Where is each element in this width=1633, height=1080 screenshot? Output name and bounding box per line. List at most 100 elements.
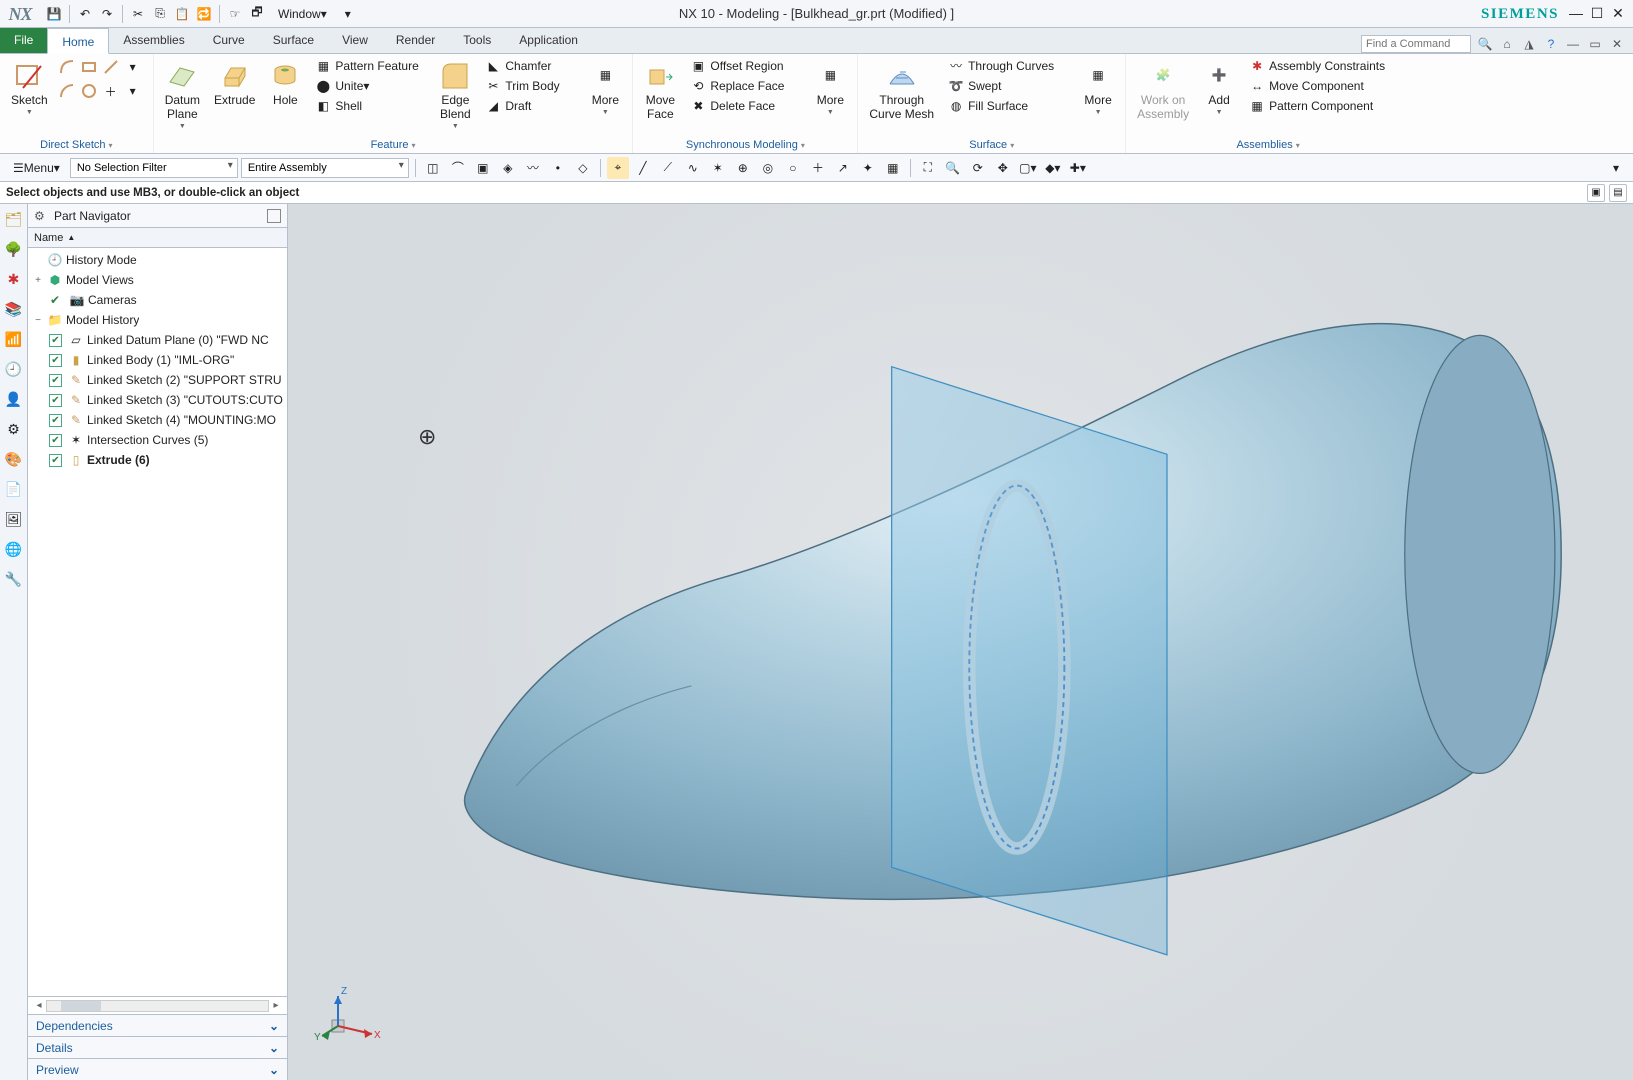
pattern-feature-button[interactable]: ▦Pattern Feature bbox=[310, 57, 430, 77]
circle-icon[interactable] bbox=[79, 81, 99, 101]
layout-icon[interactable]: ▤ bbox=[1609, 184, 1627, 202]
snap-mid-icon[interactable]: ⟋ bbox=[657, 157, 679, 179]
selection-scope-combo[interactable] bbox=[241, 158, 409, 178]
tree-item-1[interactable]: ✔▮Linked Body (1) "IML-ORG" bbox=[28, 350, 287, 370]
switch-window-icon[interactable]: 🗗 bbox=[247, 4, 267, 24]
move-face-button[interactable]: Move Face bbox=[639, 57, 681, 125]
replace-face-button[interactable]: ⟲Replace Face bbox=[685, 77, 805, 97]
filter-edge-icon[interactable]: ⌒ bbox=[447, 157, 469, 179]
recent-commands-icon[interactable]: ⌂ bbox=[1499, 36, 1515, 52]
tab-assemblies[interactable]: Assemblies bbox=[109, 27, 198, 53]
copy-icon[interactable]: ⎘ bbox=[150, 4, 170, 24]
snap-intersect-icon[interactable]: ✶ bbox=[707, 157, 729, 179]
tree-item-6[interactable]: ✔▯Extrude (6) bbox=[28, 450, 287, 470]
shell-button[interactable]: ◧Shell bbox=[310, 97, 430, 117]
filter-face-icon[interactable]: ◫ bbox=[422, 157, 444, 179]
through-curves-button[interactable]: 〰Through Curves bbox=[943, 57, 1073, 77]
history-tab-icon[interactable]: 🕘 bbox=[3, 358, 25, 380]
minimize-button[interactable]: — bbox=[1567, 5, 1585, 22]
snap-tangent-icon[interactable]: ↗ bbox=[832, 157, 854, 179]
search-icon[interactable]: 🔍 bbox=[1477, 36, 1493, 52]
snap-arc-icon[interactable]: ⊕ bbox=[732, 157, 754, 179]
qat-customize-icon[interactable]: ▾ bbox=[338, 4, 358, 24]
tree-model-views[interactable]: +⬢Model Views bbox=[28, 270, 287, 290]
line-icon[interactable] bbox=[101, 57, 121, 77]
rear-face[interactable] bbox=[1405, 335, 1555, 773]
group-feature-label[interactable]: Feature▾ bbox=[160, 138, 627, 153]
touch-mode-icon[interactable]: ☞ bbox=[225, 4, 245, 24]
sketch-more-icon[interactable]: ▾ bbox=[123, 57, 143, 77]
maximize-button[interactable]: ☐ bbox=[1588, 5, 1606, 22]
browser-tab-icon[interactable]: 🌐 bbox=[3, 538, 25, 560]
draft-button[interactable]: ◢Draft bbox=[480, 97, 580, 117]
checkbox-icon[interactable]: ✔ bbox=[49, 354, 62, 367]
snap-pole-icon[interactable]: ✦ bbox=[857, 157, 879, 179]
scroll-track[interactable] bbox=[46, 1000, 269, 1012]
tab-home[interactable]: Home bbox=[47, 28, 109, 54]
window-menu[interactable]: Window ▾ bbox=[269, 4, 336, 24]
group-sync-label[interactable]: Synchronous Modeling▾ bbox=[639, 138, 851, 153]
close-button[interactable]: ✕ bbox=[1609, 5, 1627, 22]
navigator-details[interactable]: Details⌄ bbox=[28, 1036, 287, 1058]
reuse-library-tab-icon[interactable]: 📚 bbox=[3, 298, 25, 320]
tree-cameras[interactable]: ✔📷Cameras bbox=[28, 290, 287, 310]
view-fit-icon[interactable]: ⛶ bbox=[917, 157, 939, 179]
trim-body-button[interactable]: ✂Trim Body bbox=[480, 77, 580, 97]
toolbar-options-icon[interactable]: ▾ bbox=[1605, 157, 1627, 179]
scroll-right-icon[interactable]: ▸ bbox=[269, 1000, 283, 1011]
constraint-navigator-tab-icon[interactable]: ✱ bbox=[3, 268, 25, 290]
chamfer-button[interactable]: ◣Chamfer bbox=[480, 57, 580, 77]
view-triad[interactable]: Z X Y bbox=[318, 976, 388, 1046]
tree-item-4[interactable]: ✔✎Linked Sketch (4) "MOUNTING:MO bbox=[28, 410, 287, 430]
pattern-component-button[interactable]: ▦Pattern Component bbox=[1244, 97, 1404, 117]
work-on-assembly-button[interactable]: 🧩 Work on Assembly bbox=[1132, 57, 1194, 125]
scroll-left-icon[interactable]: ◂ bbox=[32, 1000, 46, 1011]
snap-ctr-icon[interactable]: ∿ bbox=[682, 157, 704, 179]
checkbox-icon[interactable]: ✔ bbox=[49, 374, 62, 387]
offset-region-button[interactable]: ▣Offset Region bbox=[685, 57, 805, 77]
tab-surface[interactable]: Surface bbox=[259, 27, 328, 53]
cut-icon[interactable]: ✂ bbox=[128, 4, 148, 24]
snap-toggle-icon[interactable]: ⌖ bbox=[607, 157, 629, 179]
tree-model-history[interactable]: −📁Model History bbox=[28, 310, 287, 330]
checkbox-icon[interactable]: ✔ bbox=[49, 454, 62, 467]
tree-history-mode[interactable]: 🕘History Mode bbox=[28, 250, 287, 270]
checkbox-icon[interactable]: ✔ bbox=[49, 334, 62, 347]
sketch-more2-icon[interactable]: ▾ bbox=[123, 81, 143, 101]
snap-existing-icon[interactable]: ▦ bbox=[882, 157, 904, 179]
sheet-tab-icon[interactable]: 📄 bbox=[3, 478, 25, 500]
full-screen-icon[interactable]: ▣ bbox=[1587, 184, 1605, 202]
checkbox-icon[interactable]: ✔ bbox=[49, 434, 62, 447]
datum-plane-button[interactable]: Datum Plane▼ bbox=[160, 57, 205, 134]
minimize-ribbon-button[interactable]: — bbox=[1565, 36, 1581, 52]
edge-blend-button[interactable]: Edge Blend▼ bbox=[434, 57, 476, 134]
tree-item-5[interactable]: ✔✶Intersection Curves (5) bbox=[28, 430, 287, 450]
navigator-dependencies[interactable]: Dependencies⌄ bbox=[28, 1014, 287, 1036]
graphics-viewport[interactable]: ⊕ bbox=[288, 204, 1633, 1080]
snap-point-on-curve-icon[interactable]: ○ bbox=[782, 157, 804, 179]
system-tab-icon[interactable]: ⚙ bbox=[3, 418, 25, 440]
hd3d-tab-icon[interactable]: 📶 bbox=[3, 328, 25, 350]
sketch-button[interactable]: Sketch ▼ bbox=[6, 57, 53, 120]
view-pan-icon[interactable]: ✥ bbox=[992, 157, 1014, 179]
filter-feature-icon[interactable]: ◈ bbox=[497, 157, 519, 179]
roles-icon[interactable]: ◮ bbox=[1521, 36, 1537, 52]
tree-item-2[interactable]: ✔✎Linked Sketch (2) "SUPPORT STRU bbox=[28, 370, 287, 390]
filter-datum-icon[interactable]: ◇ bbox=[572, 157, 594, 179]
tab-view[interactable]: View bbox=[328, 27, 382, 53]
selection-filter-combo[interactable] bbox=[70, 158, 238, 178]
view-zoom-icon[interactable]: 🔍 bbox=[942, 157, 964, 179]
surface-more-button[interactable]: ▦ More▼ bbox=[1077, 57, 1119, 120]
through-curve-mesh-button[interactable]: Through Curve Mesh bbox=[864, 57, 939, 125]
move-component-button[interactable]: ↔Move Component bbox=[1244, 77, 1404, 97]
feature-more-button[interactable]: ▦ More▼ bbox=[584, 57, 626, 120]
menu-button[interactable]: ☰ Menu ▾ bbox=[6, 157, 67, 179]
datum-plane[interactable] bbox=[892, 367, 1167, 955]
checkbox-icon[interactable]: ✔ bbox=[49, 414, 62, 427]
process-tab-icon[interactable]: 🔧 bbox=[3, 568, 25, 590]
filter-body-icon[interactable]: ▣ bbox=[472, 157, 494, 179]
extrude-button[interactable]: Extrude bbox=[209, 57, 260, 111]
undo-icon[interactable]: ↶ bbox=[75, 4, 95, 24]
view-rotate-icon[interactable]: ⟳ bbox=[967, 157, 989, 179]
arc-icon[interactable] bbox=[57, 81, 77, 101]
